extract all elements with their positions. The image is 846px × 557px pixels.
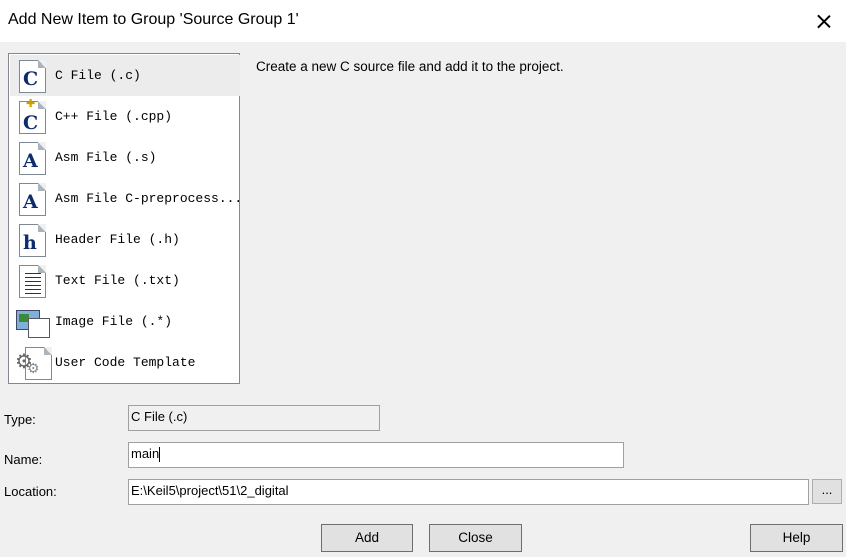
file-type-list[interactable]: C C File (.c) C ✚ C++ File (.cpp) A Asm …: [8, 53, 243, 384]
window-title: Add New Item to Group 'Source Group 1': [8, 11, 299, 28]
title-bar: Add New Item to Group 'Source Group 1': [0, 0, 846, 42]
list-item-label: Asm File C-preprocess...: [55, 191, 243, 206]
list-item-label: C File (.c): [55, 68, 141, 83]
asm-file-icon: A: [19, 140, 49, 176]
image-file-icon: [16, 304, 50, 340]
name-input[interactable]: main: [128, 442, 624, 468]
text-file-icon: [19, 263, 49, 299]
list-item-cpp-file[interactable]: C ✚ C++ File (.cpp): [10, 96, 240, 137]
cpp-file-icon: C ✚: [19, 98, 49, 135]
list-item-label: User Code Template: [55, 355, 196, 370]
list-item-header-file[interactable]: h Header File (.h): [10, 219, 240, 260]
asm-preprocess-file-icon: A: [19, 181, 49, 217]
type-field: C File (.c): [128, 405, 380, 431]
browse-button[interactable]: ...: [812, 479, 842, 504]
list-item-asm-file[interactable]: A Asm File (.s): [10, 137, 240, 178]
list-item-image-file[interactable]: Image File (.*): [10, 301, 240, 342]
header-file-icon: h: [19, 222, 49, 258]
location-input[interactable]: E:\Keil5\project\51\2_digital: [128, 479, 809, 505]
list-item-text-file[interactable]: Text File (.txt): [10, 260, 240, 301]
close-icon[interactable]: [810, 8, 838, 36]
add-button[interactable]: Add: [321, 524, 413, 552]
list-item-label: Asm File (.s): [55, 150, 157, 165]
help-button[interactable]: Help: [750, 524, 843, 552]
close-button[interactable]: Close: [429, 524, 522, 552]
code-template-icon: ⚙ ⚙: [15, 345, 52, 381]
list-item-c-file[interactable]: C C File (.c): [10, 55, 240, 96]
file-type-description: Create a new C source file and add it to…: [256, 59, 564, 74]
list-item-label: Text File (.txt): [55, 273, 180, 288]
location-label: Location:: [4, 484, 57, 499]
list-item-label: C++ File (.cpp): [55, 109, 173, 124]
type-label: Type:: [4, 412, 36, 427]
list-item-code-template[interactable]: ⚙ ⚙ User Code Template: [10, 342, 240, 383]
list-item-label: Header File (.h): [55, 232, 180, 247]
list-item-asm-preprocess-file[interactable]: A Asm File C-preprocess...: [10, 178, 243, 219]
c-file-icon: C: [19, 58, 49, 94]
name-label: Name:: [4, 452, 43, 467]
list-item-label: Image File (.*): [55, 314, 173, 329]
